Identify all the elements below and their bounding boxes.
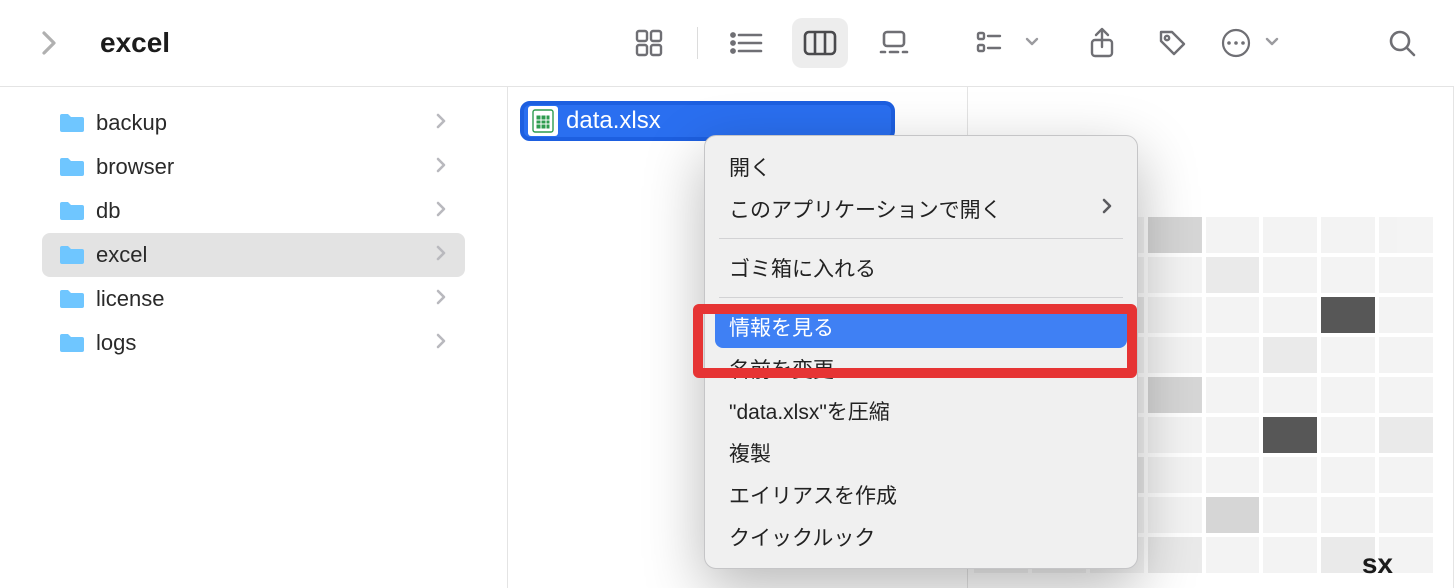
- folder-row[interactable]: db: [42, 189, 465, 233]
- folder-name: db: [96, 198, 435, 224]
- view-switcher: [621, 18, 922, 68]
- menu-open-with[interactable]: このアプリケーションで開く: [705, 188, 1137, 230]
- chevron-right-icon: [435, 110, 447, 136]
- xlsx-file-icon: [528, 106, 558, 136]
- folder-icon: [58, 332, 86, 354]
- folder-icon: [58, 156, 86, 178]
- path-chevron-icon[interactable]: [40, 29, 58, 57]
- folder-column: backup browser db excel license logs: [0, 87, 508, 588]
- chevron-down-icon: [1264, 33, 1280, 54]
- separator: [697, 27, 698, 59]
- menu-separator: [719, 238, 1123, 239]
- menu-label: このアプリケーションで開く: [729, 194, 1002, 224]
- gallery-view-button[interactable]: [866, 18, 922, 68]
- file-name: data.xlsx: [566, 107, 661, 135]
- submenu-arrow-icon: [1101, 197, 1113, 221]
- menu-quicklook[interactable]: クイックルック: [705, 516, 1137, 558]
- chevron-right-icon: [435, 242, 447, 268]
- folder-row[interactable]: browser: [42, 145, 465, 189]
- menu-label: 情報を見る: [729, 312, 834, 342]
- menu-rename[interactable]: 名前を変更: [705, 348, 1137, 390]
- folder-row[interactable]: license: [42, 277, 465, 321]
- tags-button[interactable]: [1144, 18, 1200, 68]
- menu-compress[interactable]: "data.xlsx"を圧縮: [705, 390, 1137, 432]
- menu-label: クイックルック: [729, 522, 875, 552]
- menu-trash[interactable]: ゴミ箱に入れる: [705, 247, 1137, 289]
- window-title: excel: [100, 27, 170, 59]
- chevron-down-icon: [1024, 33, 1040, 54]
- folder-name: browser: [96, 154, 435, 180]
- share-button[interactable]: [1074, 18, 1130, 68]
- menu-label: 開く: [729, 152, 771, 182]
- folder-icon: [58, 244, 86, 266]
- menu-label: 複製: [729, 438, 771, 468]
- folder-icon: [58, 200, 86, 222]
- list-view-button[interactable]: [718, 18, 774, 68]
- chevron-right-icon: [435, 330, 447, 356]
- menu-label: 名前を変更: [729, 354, 834, 384]
- menu-label: "data.xlsx"を圧縮: [729, 396, 890, 426]
- preview-label: sx: [1362, 548, 1393, 580]
- toolbar: excel: [0, 0, 1454, 86]
- folder-icon: [58, 112, 86, 134]
- group-by-button[interactable]: [976, 18, 1012, 68]
- column-view-button[interactable]: [792, 18, 848, 68]
- folder-row[interactable]: logs: [42, 321, 465, 365]
- folder-name: logs: [96, 330, 435, 356]
- menu-label: エイリアスを作成: [729, 480, 897, 510]
- menu-get-info[interactable]: 情報を見る: [715, 306, 1127, 348]
- chevron-right-icon: [435, 198, 447, 224]
- context-menu: 開く このアプリケーションで開く ゴミ箱に入れる 情報を見る 名前を変更 "da…: [704, 135, 1138, 569]
- folder-name: excel: [96, 242, 435, 268]
- folder-row[interactable]: excel: [42, 233, 465, 277]
- icon-view-button[interactable]: [621, 18, 677, 68]
- menu-duplicate[interactable]: 複製: [705, 432, 1137, 474]
- menu-separator: [719, 297, 1123, 298]
- folder-name: license: [96, 286, 435, 312]
- chevron-right-icon: [435, 154, 447, 180]
- folder-icon: [58, 288, 86, 310]
- action-menu-button[interactable]: [1220, 18, 1252, 68]
- menu-open[interactable]: 開く: [705, 146, 1137, 188]
- menu-make-alias[interactable]: エイリアスを作成: [705, 474, 1137, 516]
- menu-label: ゴミ箱に入れる: [729, 253, 876, 283]
- folder-row[interactable]: backup: [42, 101, 465, 145]
- folder-name: backup: [96, 110, 435, 136]
- search-button[interactable]: [1374, 18, 1430, 68]
- chevron-right-icon: [435, 286, 447, 312]
